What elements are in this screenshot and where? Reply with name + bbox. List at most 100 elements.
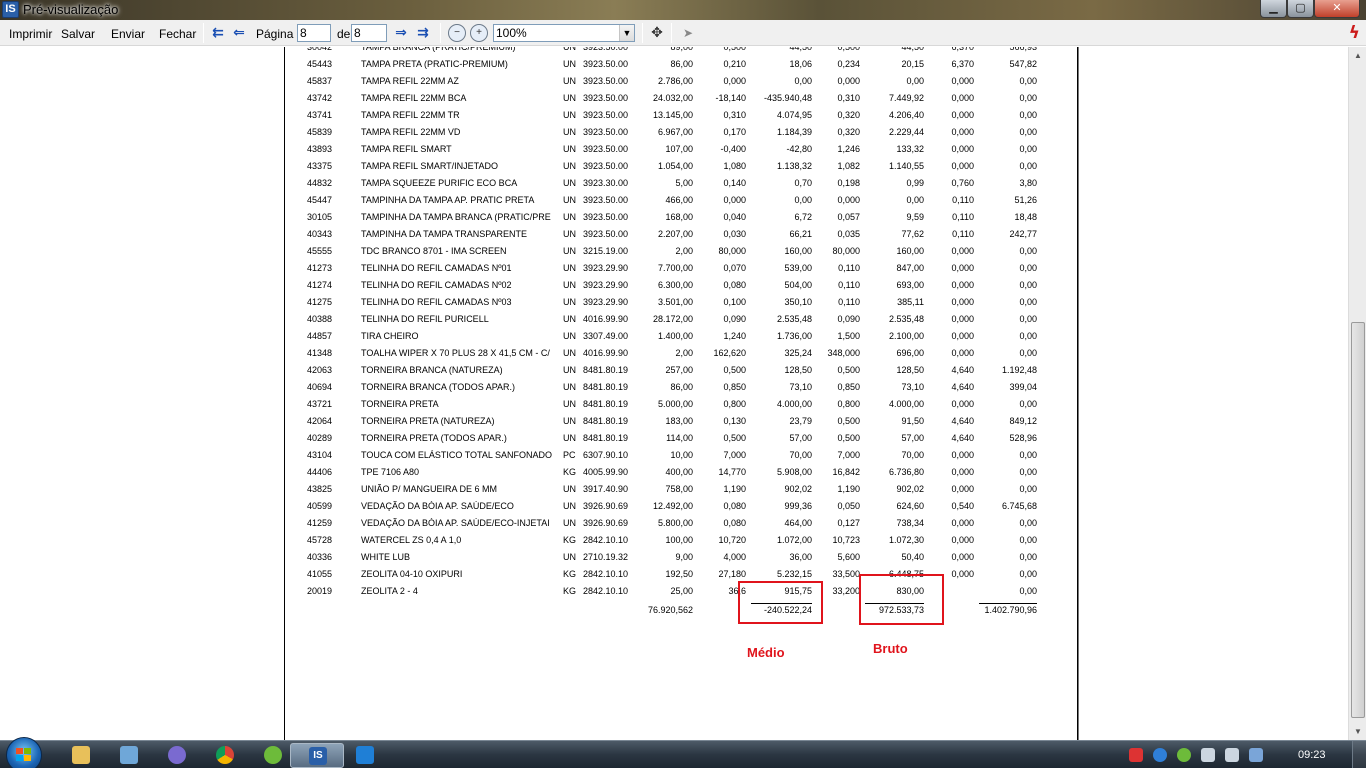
- windows-flag-icon: [16, 748, 33, 763]
- cost-bruto: 0,050: [837, 501, 860, 511]
- total-bruto: 91,50: [901, 416, 924, 426]
- quantity: 2,00: [675, 246, 693, 256]
- tray-security-icon[interactable]: [1177, 748, 1191, 762]
- chevron-down-icon[interactable]: ▼: [619, 25, 634, 41]
- tax-value: 0,00: [1019, 127, 1037, 137]
- product-code: 43721: [307, 399, 333, 409]
- taskbar-explorer[interactable]: [54, 743, 108, 768]
- clock[interactable]: 09:23: [1298, 749, 1326, 761]
- zoom-in-icon[interactable]: +: [470, 24, 488, 42]
- maximize-button[interactable]: ▢: [1287, 0, 1314, 18]
- tax-value: 528,96: [1009, 433, 1037, 443]
- table-row: 41348 TOALHA WIPER X 70 PLUS 28 X 41,5 CM…: [285, 345, 1079, 362]
- cost-medio: 0,140: [723, 178, 746, 188]
- cost-medio: 1,240: [723, 331, 746, 341]
- taskbar-teamviewer[interactable]: [338, 743, 392, 768]
- zoom-out-icon[interactable]: −: [448, 24, 466, 42]
- tax-rate: 0,000: [951, 127, 974, 137]
- taskbar-is-app[interactable]: IS: [290, 743, 344, 768]
- product-description: TAMPA REFIL 22MM VD: [361, 127, 461, 137]
- tray-update-icon[interactable]: [1249, 748, 1263, 762]
- window-title: Pré-visualização: [23, 2, 119, 17]
- minimize-button[interactable]: ▁: [1260, 0, 1287, 18]
- cost-medio: 0,850: [723, 382, 746, 392]
- scroll-down-icon[interactable]: ▼: [1350, 723, 1366, 740]
- cost-medio: 0,500: [723, 433, 746, 443]
- total-medio: 464,00: [784, 518, 812, 528]
- show-desktop-button[interactable]: [1352, 741, 1366, 768]
- last-page-icon[interactable]: ⇉: [414, 24, 432, 42]
- taskbar-app-3[interactable]: [150, 743, 204, 768]
- first-page-icon[interactable]: ⇇: [209, 24, 227, 42]
- product-description: ZEOLITA 2 - 4: [361, 586, 418, 596]
- start-button[interactable]: [6, 737, 42, 768]
- total-medio: 66,21: [789, 229, 812, 239]
- tax-value: 399,04: [1009, 382, 1037, 392]
- product-code: 45443: [307, 59, 333, 69]
- tax-value: 0,00: [1019, 246, 1037, 256]
- table-row: 45555 TDC BRANCO 8701 - IMA SCREEN UN 3215.…: [285, 243, 1079, 260]
- scroll-up-icon[interactable]: ▲: [1350, 47, 1366, 64]
- cost-bruto: 1,082: [837, 161, 860, 171]
- taskbar-chrome[interactable]: [198, 743, 252, 768]
- tray-flag-icon[interactable]: [1129, 748, 1143, 762]
- print-menu[interactable]: Imprimir: [9, 27, 52, 41]
- table-row: 41273 TELINHA DO REFIL CAMADAS Nº01 UN 3923…: [285, 260, 1079, 277]
- page-number-input[interactable]: 8: [297, 24, 331, 42]
- move-icon[interactable]: ✥: [648, 24, 666, 42]
- cost-medio: 0,310: [723, 110, 746, 120]
- network-icon[interactable]: [1201, 748, 1215, 762]
- close-menu[interactable]: Fechar: [159, 27, 196, 41]
- save-menu[interactable]: Salvar: [61, 27, 95, 41]
- product-code: 41275: [307, 297, 333, 307]
- quantity: 7.700,00: [657, 263, 693, 273]
- quantity: 2.207,00: [657, 229, 693, 239]
- table-row: 43375 TAMPA REFIL SMART/INJETADO UN 3923.50…: [285, 158, 1079, 175]
- annotation-label-bruto: Bruto: [873, 641, 908, 656]
- toolbar-separator: [642, 23, 643, 43]
- app-icon: IS: [2, 1, 19, 18]
- folder-icon: [72, 746, 90, 764]
- table-row: 42064 TORNEIRA PRETA (NATUREZA) UN 8481.80.…: [285, 413, 1079, 430]
- table-row: 30105 TAMPINHA DA TAMPA BRANCA (PRATIC/PR…: [285, 209, 1079, 226]
- tax-rate: 0,000: [951, 280, 974, 290]
- quantity: 1.400,00: [657, 331, 693, 341]
- previous-page-icon[interactable]: ⇐: [230, 24, 248, 42]
- is-app-icon: IS: [309, 747, 327, 765]
- scroll-thumb[interactable]: [1351, 322, 1365, 718]
- product-description: TAMPINHA DA TAMPA BRANCA (PRATIC/PRE: [361, 212, 551, 222]
- product-code: 41259: [307, 518, 333, 528]
- tax-rate: 0,000: [951, 331, 974, 341]
- taskbar-app-2[interactable]: [102, 743, 156, 768]
- tax-value: 0,00: [1019, 586, 1037, 596]
- tax-rate: 0,000: [951, 552, 974, 562]
- table-row: 41259 VEDAÇÃO DA BÓIA AP. SAÚDE/ECO-INJET…: [285, 515, 1079, 532]
- pointer-icon[interactable]: ➤: [679, 24, 697, 42]
- tax-value: 242,77: [1009, 229, 1037, 239]
- product-description: TAMPA BRANCA (PRATIC/PREMIUM): [361, 47, 516, 52]
- product-description: TAMPA REFIL SMART/INJETADO: [361, 161, 499, 171]
- send-menu[interactable]: Enviar: [111, 27, 145, 41]
- table-row: 41055 ZEOLITA 04-10 OXIPURI KG 2842.10.10 19…: [285, 566, 1079, 583]
- table-row: 30042 TAMPA BRANCA (PRATIC/PREMIUM) UN 3923…: [285, 47, 1079, 56]
- volume-icon[interactable]: [1225, 748, 1239, 762]
- cost-medio: 0,080: [723, 518, 746, 528]
- product-code: 40343: [307, 229, 333, 239]
- product-code: 41348: [307, 348, 333, 358]
- cost-medio: 0,080: [723, 501, 746, 511]
- cost-bruto: 0,127: [837, 518, 860, 528]
- quantity: 89,00: [670, 47, 693, 52]
- total-bruto: 0,00: [906, 195, 924, 205]
- cost-bruto: 0,000: [837, 76, 860, 86]
- tax-rate: 0,000: [951, 467, 974, 477]
- tax-value: 0,00: [1019, 110, 1037, 120]
- product-code: 43104: [307, 450, 333, 460]
- cost-bruto: 1,190: [837, 484, 860, 494]
- close-window-button[interactable]: ✕: [1314, 0, 1360, 18]
- zoom-select[interactable]: 100% ▼: [493, 24, 635, 42]
- product-code: 20019: [307, 586, 333, 596]
- vertical-scrollbar[interactable]: ▲ ▼: [1348, 47, 1366, 740]
- tray-teamviewer-icon[interactable]: [1153, 748, 1167, 762]
- next-page-icon[interactable]: ⇒: [392, 24, 410, 42]
- cost-bruto: 0,090: [837, 314, 860, 324]
